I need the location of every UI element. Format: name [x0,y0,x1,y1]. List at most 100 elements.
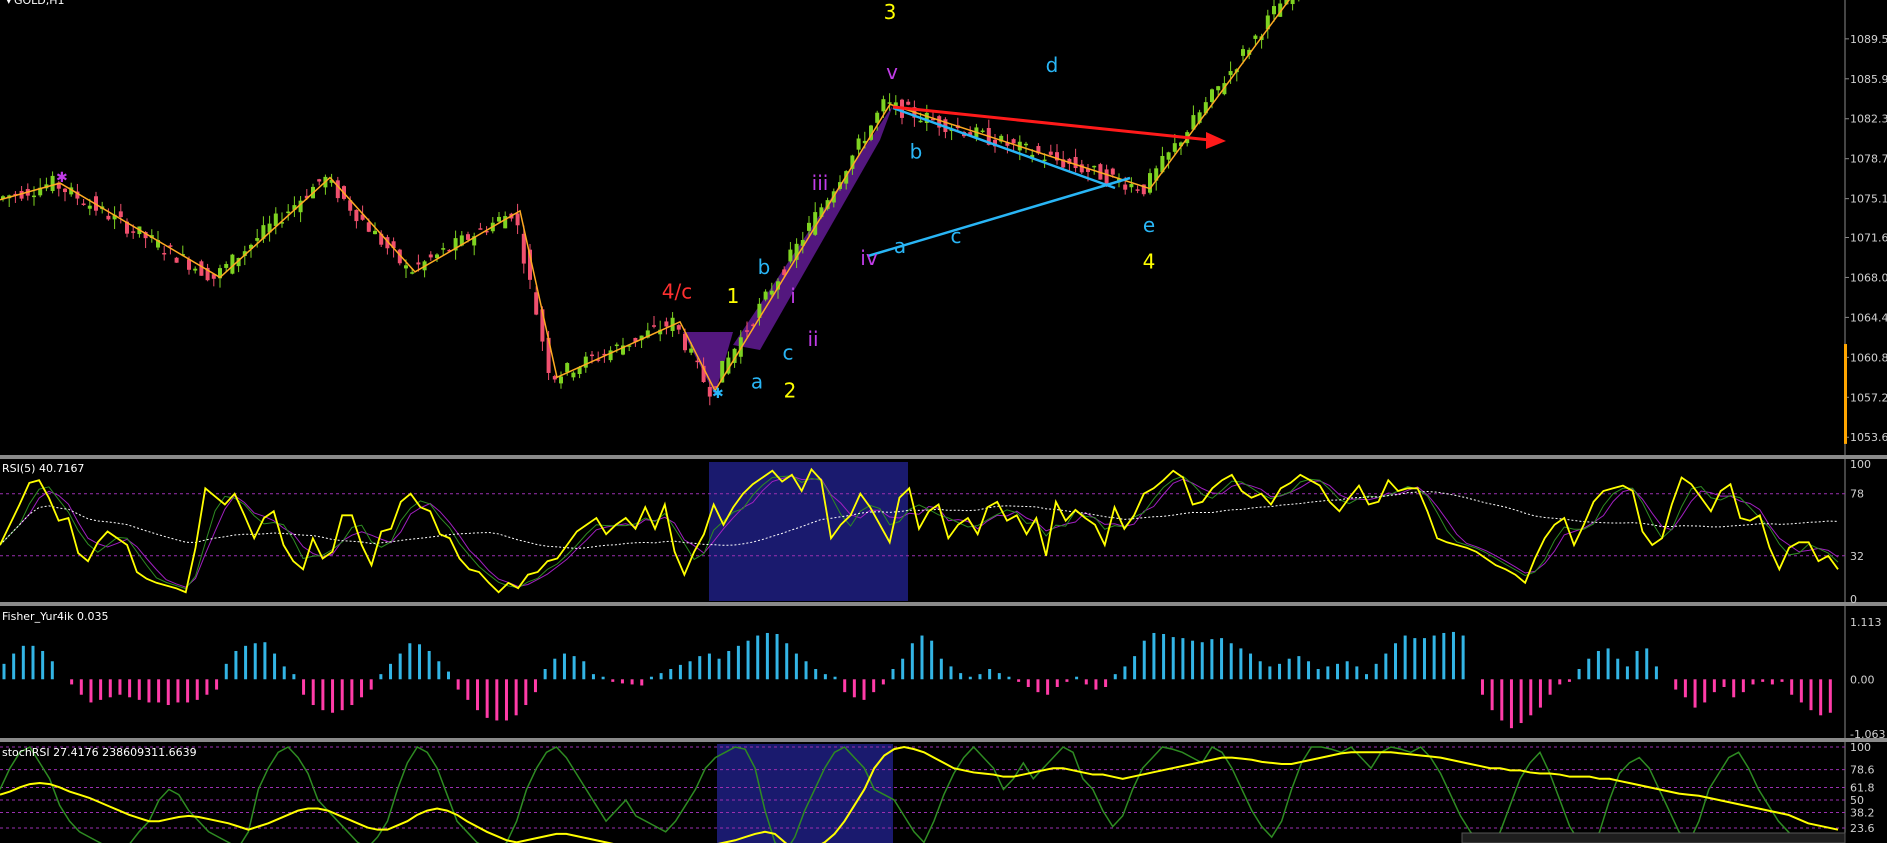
candle-body [106,215,111,220]
candle-body [317,179,322,182]
candle-body [273,213,278,226]
wave-label: 3 [884,0,897,24]
candle-body [559,376,563,384]
candle-body [81,203,86,205]
candle-body [373,230,377,235]
candle-body [87,205,92,209]
candle-body [366,222,371,232]
candle-body [583,356,588,368]
candle-body [1104,169,1109,184]
candle-body [1253,35,1258,39]
candle-body [404,265,408,269]
wave-label: 2 [784,378,797,402]
wave-label: d [1046,53,1059,77]
candle-body [224,264,229,268]
zigzag-line [0,0,1291,393]
candle-body [788,249,793,262]
stoch-main-line [0,745,1839,843]
candle-body [906,101,911,105]
candle-body [1290,0,1295,5]
candle-body [1024,143,1028,146]
stoch-tick-label: 38.2 [1850,807,1875,820]
price-tick-label: 1064.4 [1850,311,1887,324]
price-tick-label: 1078.7 [1850,153,1887,166]
candle-body [1148,173,1152,193]
candle-body [534,292,539,315]
candle-body [1123,184,1128,190]
breakout-arrow-head [1206,132,1226,149]
candle-body [614,344,619,347]
rsi-tick-label: 32 [1850,550,1864,563]
candle-body [980,130,985,133]
candle-body [1272,6,1276,15]
candle-body [131,231,136,233]
candle-body [1172,143,1177,152]
collapse-icon: ▾ [6,0,12,7]
candle-body [199,261,204,276]
wave-label: ii [807,327,818,351]
candle-body [1092,165,1097,168]
current-price-marker [1844,344,1847,444]
price-tick-label: 1053.6 [1850,431,1887,444]
candle-body [416,262,421,265]
stoch-signal-line [0,745,1839,843]
triangle-lower-line [867,176,1131,258]
candle-body [1166,152,1171,160]
fisher-tick-label: 0.00 [1850,673,1875,686]
candle-body [590,354,594,357]
pane-separator [0,738,1887,742]
wave-label: iii [812,171,829,195]
pane-separator [0,455,1887,459]
candle-body [1129,183,1134,188]
symbol-title: GOLD,H1 [14,0,65,7]
rsi-tick-label: 100 [1850,458,1871,471]
price-tick-label: 1071.6 [1850,231,1887,244]
scrollbar [1461,832,1846,843]
candle-body [162,252,167,255]
wave-label: a [751,369,763,393]
candle-body [354,209,359,222]
candle-body [286,211,291,214]
wave-label: b [910,140,923,164]
candle-body [50,175,55,192]
candle-body [174,257,179,263]
rsi-tick-label: 78 [1850,488,1864,501]
candle-body [521,233,526,264]
wave-label: c [783,341,794,365]
candle-body [683,333,687,351]
candle-body [676,325,681,330]
candle-body [441,248,446,250]
candle-body [1210,89,1214,103]
candle-body [1110,168,1115,175]
candle-body [745,330,749,332]
wave-label: i [790,284,796,308]
candle-body [1135,189,1140,191]
stoch-tick-label: 50 [1850,794,1864,807]
wave-label: b [758,255,771,279]
price-tick-label: 1082.3 [1850,113,1887,126]
candle-body [428,254,433,258]
stoch-tick-label: 100 [1850,741,1871,754]
candle-body [918,120,923,123]
wave-label: v [886,60,898,84]
candle-body [193,268,198,271]
stoch-tick-label: 78.6 [1850,764,1875,777]
candle-body [763,291,768,300]
rsi-signal-line [0,475,1839,590]
candle-body [565,363,570,373]
candle-body [856,138,861,150]
candle-body [695,360,700,363]
pivot-marker: ✱ [712,386,724,402]
wave-label: 4 [1143,250,1156,274]
candle-body [807,222,811,231]
candle-body [497,216,501,222]
candle-body [63,188,67,193]
impulse-channel [733,105,893,350]
candle-body [478,228,483,230]
candle-body [875,112,880,123]
candle-body [32,195,36,198]
candle-body [1241,49,1245,56]
trading-chart: ✱✱3v dbiiiiva c e44/c 1biiica 2▾ GOLD,H11089.… [0,0,1887,843]
candle-body [1073,156,1078,169]
wave-label: e [1143,213,1155,237]
